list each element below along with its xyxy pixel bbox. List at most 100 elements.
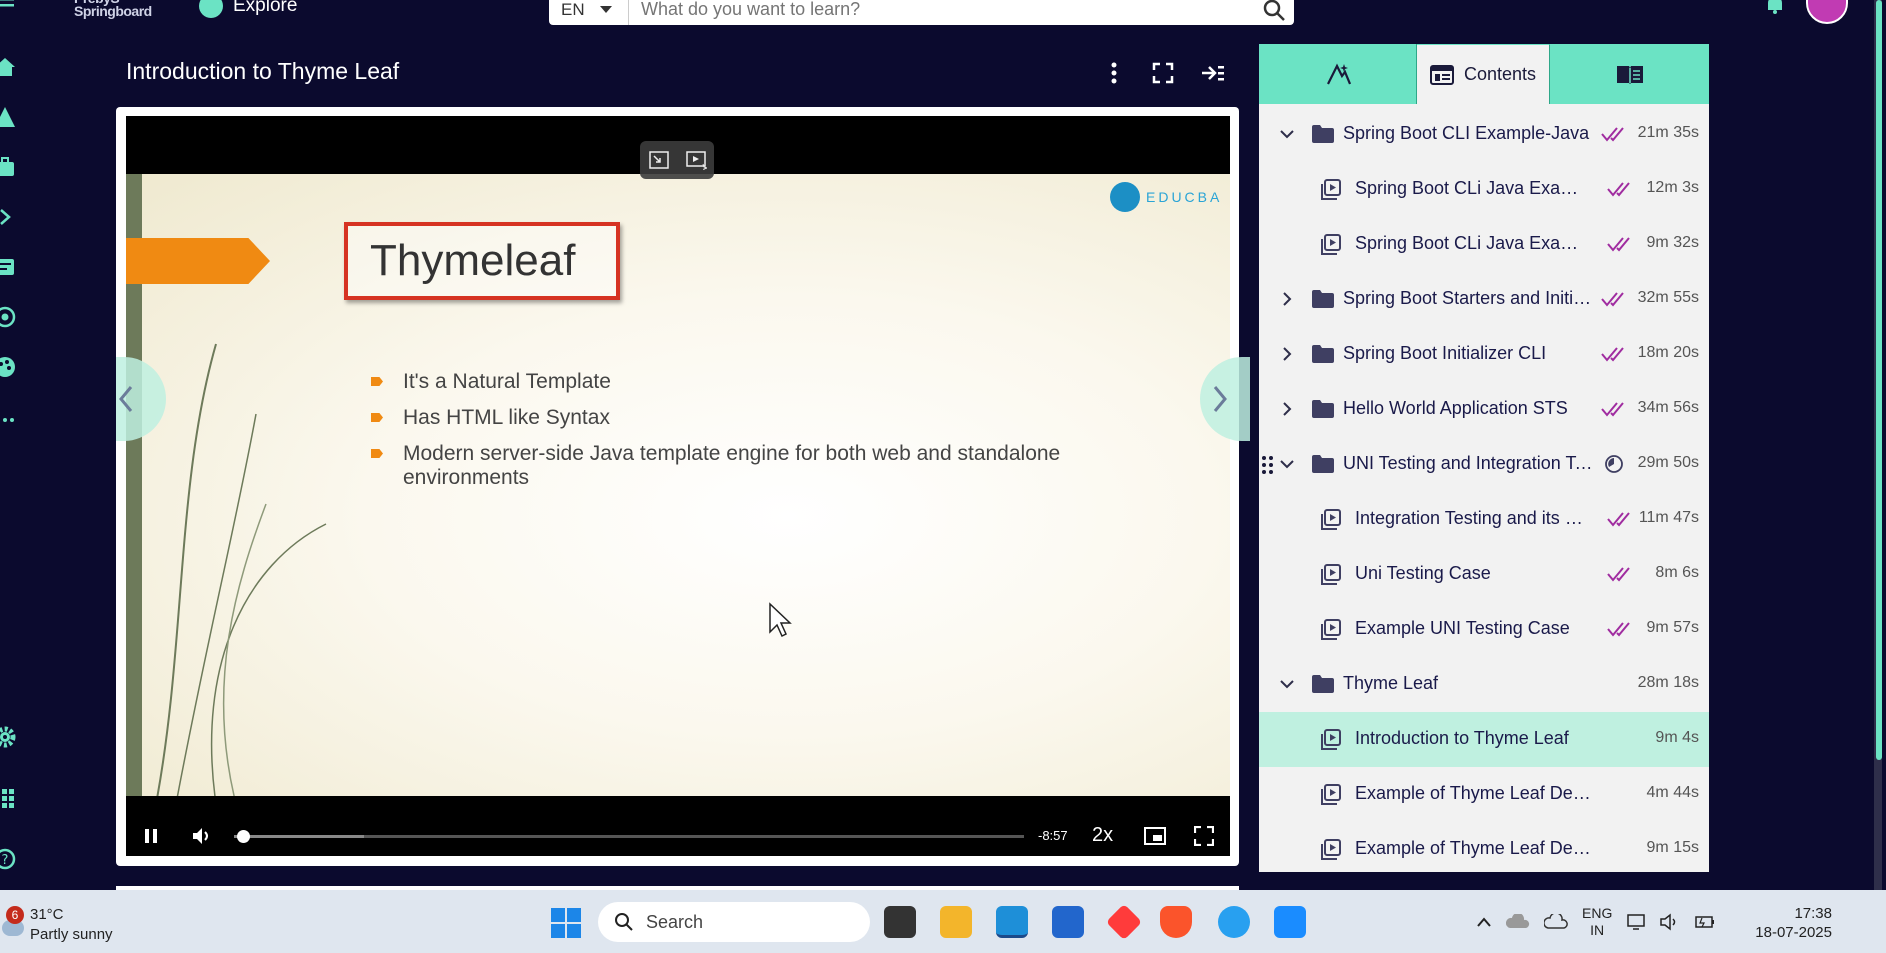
taskbar-search[interactable]: Search bbox=[598, 902, 870, 942]
folder-icon bbox=[1312, 345, 1334, 363]
pycharm-like-icon[interactable] bbox=[1218, 906, 1250, 938]
duration: 32m 55s bbox=[1637, 289, 1699, 306]
chevron-down-icon[interactable] bbox=[1277, 454, 1297, 474]
module-row[interactable]: UNI Testing and Integration Testing 29m 5… bbox=[1259, 437, 1709, 492]
edge-browser-icon[interactable] bbox=[996, 906, 1028, 938]
navigate-icon[interactable] bbox=[0, 106, 16, 128]
playback-speed-button[interactable]: 2x bbox=[1092, 824, 1113, 847]
slide-brand: EDUCBA bbox=[1110, 182, 1222, 212]
contents-icon bbox=[1429, 64, 1454, 85]
chevron-down-icon[interactable] bbox=[1277, 124, 1297, 144]
module-row[interactable]: Hello World Application STS 34m 56s bbox=[1259, 382, 1709, 437]
palette-icon[interactable] bbox=[0, 356, 16, 378]
git-app-icon[interactable] bbox=[1105, 903, 1143, 941]
volume-icon[interactable] bbox=[192, 827, 212, 845]
start-button[interactable] bbox=[551, 908, 581, 938]
module-name: Thyme Leaf bbox=[1343, 673, 1439, 693]
slide-bullet: Modern server-side Java template engine … bbox=[371, 442, 1171, 490]
slide-arrow-decoration bbox=[126, 238, 270, 284]
lesson-row[interactable]: Uni Testing Case 8m 6s bbox=[1259, 547, 1709, 602]
cloud-storage-icon[interactable] bbox=[1506, 914, 1530, 930]
duration: 9m 32s bbox=[1646, 234, 1699, 251]
help-icon[interactable]: ? bbox=[0, 848, 16, 870]
pause-icon[interactable] bbox=[144, 828, 158, 844]
target-icon[interactable] bbox=[0, 306, 16, 328]
brand-logo[interactable]: PrebyS Springboard bbox=[74, 0, 152, 18]
briefcase-icon[interactable] bbox=[0, 156, 16, 178]
duration: 9m 4s bbox=[1655, 729, 1699, 746]
contents-list: Spring Boot CLI Example-Java 21m 35s Sprin… bbox=[1259, 107, 1709, 872]
chevron-right-icon[interactable] bbox=[1277, 289, 1297, 309]
module-row[interactable]: Spring Boot Starters and Initializr 32m 5… bbox=[1259, 272, 1709, 327]
chevron-right-icon[interactable] bbox=[1277, 344, 1297, 364]
language-select[interactable]: EN bbox=[549, 0, 629, 25]
network-icon[interactable] bbox=[1626, 913, 1646, 931]
video-lesson-icon bbox=[1321, 509, 1341, 530]
lesson-row[interactable]: Integration Testing and its Example 11m 4… bbox=[1259, 492, 1709, 547]
lesson-row[interactable]: Example of Thyme Leaf Demo Continued 9m 1… bbox=[1259, 822, 1709, 872]
notes-icon[interactable] bbox=[0, 256, 16, 278]
progress-bar[interactable] bbox=[234, 830, 1024, 843]
chevron-down-icon[interactable] bbox=[1277, 674, 1297, 694]
duration: 4m 44s bbox=[1646, 784, 1699, 801]
brave-browser-icon[interactable] bbox=[1160, 906, 1192, 938]
lesson-row[interactable]: Spring Boot CLi Java Example 2 9m 32s bbox=[1259, 217, 1709, 272]
tab-notes[interactable] bbox=[1550, 44, 1709, 104]
lesson-row[interactable]: Example UNI Testing Case 9m 57s bbox=[1259, 602, 1709, 657]
search-icon bbox=[615, 913, 633, 931]
h-app-icon[interactable] bbox=[1274, 906, 1306, 938]
explore-button[interactable]: Explore bbox=[199, 0, 297, 18]
search-input[interactable] bbox=[629, 0, 1254, 25]
system-clock[interactable]: 17:38 18-07-2025 bbox=[1752, 904, 1832, 942]
module-row[interactable]: Spring Boot Initializer CLI 18m 20s bbox=[1259, 327, 1709, 382]
tray-overflow-icon[interactable] bbox=[1476, 916, 1492, 928]
folder-icon bbox=[1312, 455, 1334, 473]
input-language[interactable]: ENG IN bbox=[1582, 905, 1612, 939]
apps-grid-icon[interactable] bbox=[0, 788, 16, 810]
compass-icon bbox=[199, 0, 223, 18]
settings-icon[interactable] bbox=[0, 726, 16, 748]
fullscreen-icon[interactable] bbox=[1150, 60, 1176, 86]
video-viewport[interactable]: Thymeleaf It's a Natural Template Has HT… bbox=[126, 116, 1230, 856]
weather-condition: Partly sunny bbox=[30, 926, 113, 943]
search-icon[interactable] bbox=[1254, 0, 1294, 25]
mouse-cursor-icon bbox=[769, 602, 792, 638]
sidebar-tabs: Contents bbox=[1259, 44, 1709, 104]
picture-in-picture-icon[interactable] bbox=[1144, 826, 1166, 846]
tab-contents[interactable]: Contents bbox=[1417, 44, 1550, 104]
ai-video-icon[interactable] bbox=[685, 150, 707, 170]
microsoft-store-icon[interactable] bbox=[1052, 906, 1084, 938]
avatar[interactable] bbox=[1806, 0, 1848, 24]
onedrive-icon[interactable] bbox=[1544, 914, 1568, 930]
video-lesson-icon bbox=[1321, 179, 1341, 200]
input-language-region: IN bbox=[1590, 922, 1605, 938]
input-language-code: ENG bbox=[1582, 905, 1613, 921]
collapse-sidebar-icon[interactable] bbox=[1200, 60, 1226, 86]
completed-check-icon bbox=[1607, 182, 1630, 197]
home-icon[interactable] bbox=[0, 56, 16, 78]
language-value: EN bbox=[561, 0, 585, 19]
chevron-right-icon[interactable] bbox=[0, 206, 16, 228]
task-view-icon[interactable] bbox=[884, 906, 916, 938]
minimize-video-icon[interactable] bbox=[648, 150, 670, 170]
module-row[interactable]: Spring Boot CLI Example-Java 21m 35s bbox=[1259, 107, 1709, 162]
chevron-right-icon[interactable] bbox=[1277, 399, 1297, 419]
bell-icon[interactable] bbox=[1764, 0, 1786, 14]
tab-ai-assistant[interactable] bbox=[1259, 44, 1417, 104]
volume-icon[interactable] bbox=[1660, 913, 1680, 931]
weather-widget[interactable]: 6 31°C Partly sunny bbox=[0, 902, 140, 943]
page-scrollbar-thumb[interactable] bbox=[1876, 0, 1882, 760]
lesson-row[interactable]: Example of Thyme Leaf Demo 4m 44s bbox=[1259, 767, 1709, 822]
progress-handle[interactable] bbox=[237, 830, 251, 843]
lesson-row[interactable]: Introduction to Thyme Leaf 9m 4s bbox=[1259, 712, 1709, 767]
kebab-menu-icon[interactable] bbox=[1101, 60, 1127, 86]
lesson-row[interactable]: Spring Boot CLi Java Example 12m 3s bbox=[1259, 162, 1709, 217]
battery-icon[interactable] bbox=[1694, 913, 1716, 931]
completed-check-icon bbox=[1601, 292, 1624, 307]
drag-handle-icon[interactable] bbox=[1261, 454, 1275, 476]
more-icon[interactable] bbox=[0, 406, 16, 428]
file-explorer-icon[interactable] bbox=[940, 906, 972, 938]
in-progress-icon bbox=[1605, 455, 1623, 473]
player-fullscreen-icon[interactable] bbox=[1194, 826, 1214, 846]
module-row[interactable]: Thyme Leaf 28m 18s bbox=[1259, 657, 1709, 712]
